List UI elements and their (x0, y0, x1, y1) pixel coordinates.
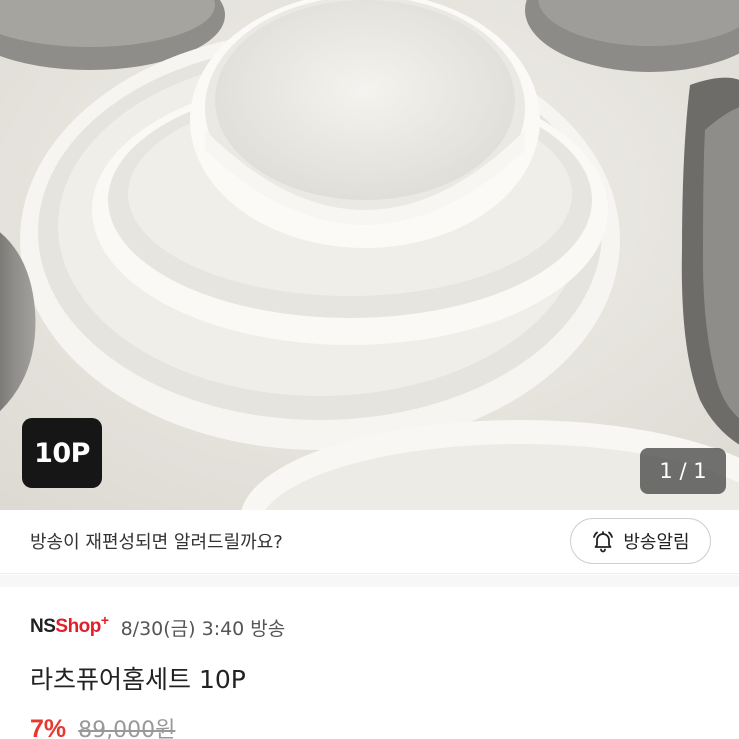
logo-ns-text: NS (30, 616, 56, 637)
product-title[interactable]: 라츠퓨어홈세트 10P (30, 660, 246, 696)
bell-icon (591, 529, 615, 553)
notify-message: 방송이 재편성되면 알려드릴까요? (30, 532, 283, 553)
image-page-indicator: 1 / 1 (640, 448, 726, 494)
ns-shop-logo[interactable]: NS Shop + (30, 612, 109, 638)
product-image[interactable]: 10P 1 / 1 (0, 0, 739, 510)
broadcast-info-row: NS Shop + 8/30(금) 3:40 방송 (30, 612, 285, 642)
price-row: 7% 89,000원 (30, 712, 175, 739)
broadcast-schedule: 8/30(금) 3:40 방송 (120, 617, 286, 640)
original-price: 89,000원 (78, 718, 176, 739)
product-photo (0, 0, 739, 510)
broadcast-alarm-button[interactable]: 방송알림 (570, 518, 711, 564)
logo-plus-text: + (100, 612, 109, 628)
quantity-badge: 10P (22, 418, 102, 488)
section-divider (0, 575, 739, 587)
alarm-button-label: 방송알림 (623, 532, 690, 553)
logo-shop-text: Shop (55, 616, 101, 637)
discount-rate: 7% (30, 715, 67, 739)
